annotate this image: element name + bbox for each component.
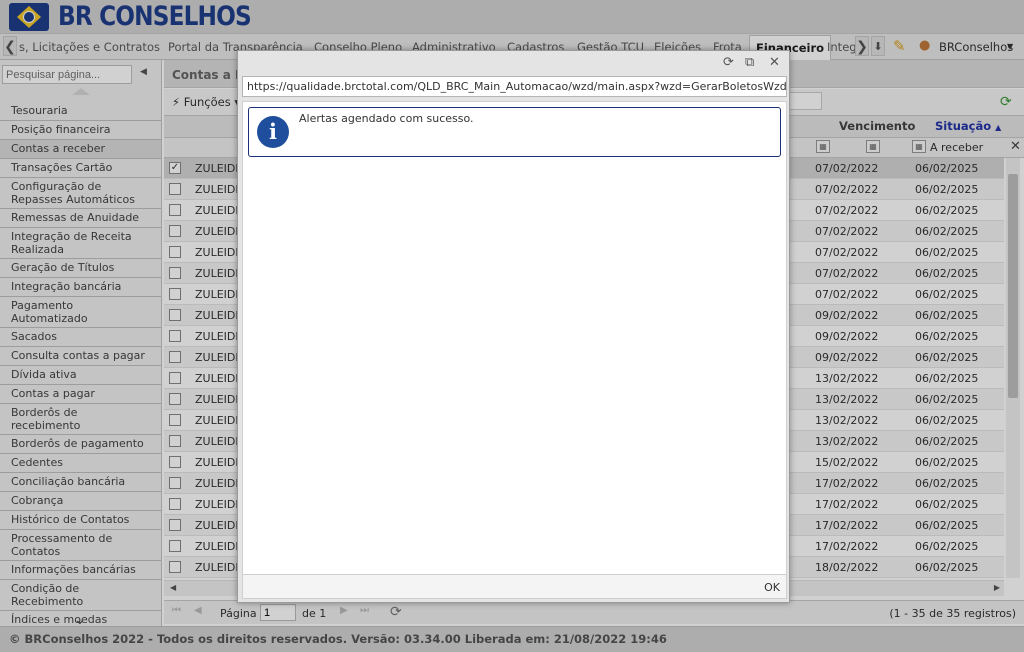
dialog-popout-icon[interactable]: ⧉ xyxy=(745,55,754,70)
ok-button[interactable]: OK xyxy=(764,581,780,594)
dialog-refresh-icon[interactable]: ⟳ xyxy=(723,55,734,70)
dialog-footer: OK xyxy=(242,575,787,599)
alert-message-box: i Alertas agendado com sucesso. xyxy=(248,107,781,157)
dialog-close-icon[interactable]: ✕ xyxy=(769,55,780,70)
alert-dialog: ⟳ ⧉ ✕ https://qualidade.brctotal.com/QLD… xyxy=(237,50,790,603)
dialog-url-field[interactable]: https://qualidade.brctotal.com/QLD_BRC_M… xyxy=(242,76,787,97)
dialog-body: i Alertas agendado com sucesso. xyxy=(242,101,787,575)
info-icon: i xyxy=(257,116,289,148)
alert-message: Alertas agendado com sucesso. xyxy=(299,112,474,125)
